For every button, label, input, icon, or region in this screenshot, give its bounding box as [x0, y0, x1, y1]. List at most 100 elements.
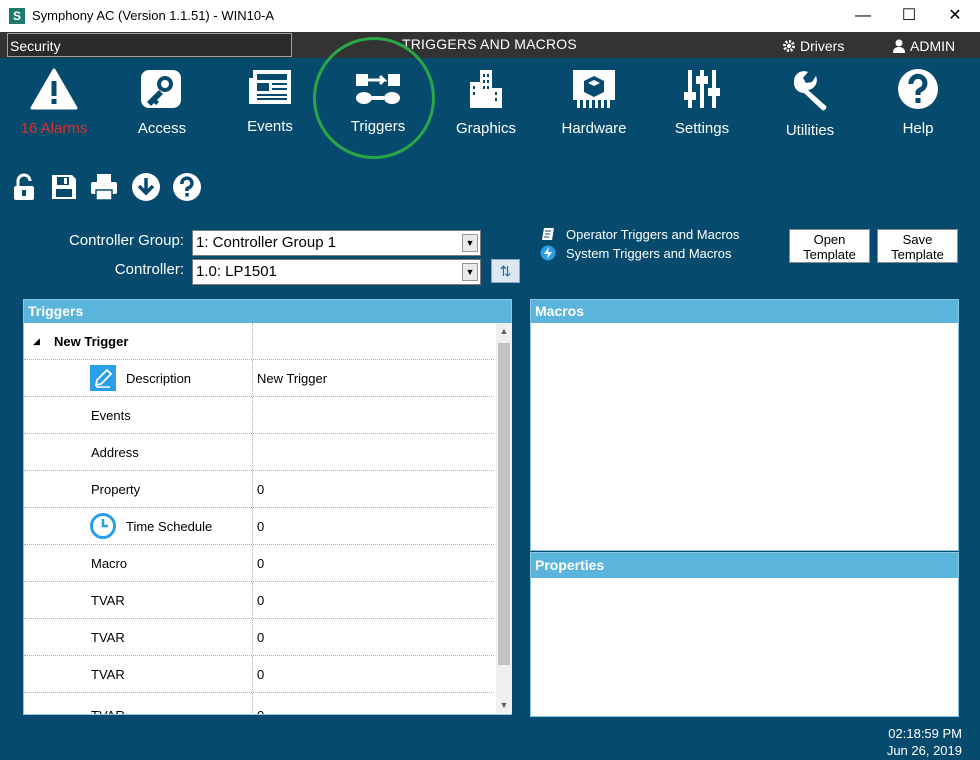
row-name: TVAR [91, 697, 125, 714]
legend-system: System Triggers and Macros [540, 245, 731, 261]
table-row[interactable]: Description New Trigger [24, 360, 494, 397]
row-name: TVAR [91, 593, 125, 608]
nav-graphics[interactable]: Graphics [434, 68, 538, 140]
table-row[interactable]: Events [24, 397, 494, 434]
vertical-scrollbar[interactable]: ▲ ▼ [496, 323, 512, 713]
row-value[interactable]: 0 [257, 619, 264, 656]
table-row[interactable]: TVAR 0 [24, 582, 494, 619]
controller-group-label: Controller Group: [68, 232, 184, 249]
nav-alarms[interactable]: 16 Alarms [2, 68, 106, 140]
security-field[interactable]: Security [7, 33, 292, 57]
page-title: TRIGGERS AND MACROS [402, 36, 577, 52]
open-template-line2: Template [803, 247, 856, 262]
scroll-down-icon[interactable]: ▼ [496, 697, 512, 713]
drivers-button[interactable]: Drivers [782, 38, 844, 54]
nav-access[interactable]: Access [110, 68, 214, 140]
controller-group-select[interactable]: 1: Controller Group 1 ▼ [192, 230, 481, 256]
controller-select[interactable]: 1.0: LP1501 ▼ [192, 259, 481, 285]
gear-icon [783, 40, 795, 52]
row-name: Property [91, 482, 141, 497]
column-divider [252, 545, 253, 581]
row-name: Address [91, 445, 139, 460]
table-row[interactable]: Macro 0 [24, 545, 494, 582]
save-template-button[interactable]: Save Template [877, 229, 958, 263]
user-button[interactable]: ADMIN [892, 38, 955, 54]
collapse-icon[interactable]: ◢ [33, 323, 40, 360]
status-date: Jun 26, 2019 [886, 743, 962, 758]
nav-settings[interactable]: Settings [650, 68, 754, 140]
properties-panel: Properties [530, 552, 959, 717]
title-bar: S Symphony AC (Version 1.1.51) - WIN10-A… [0, 0, 980, 32]
triggers-header: Triggers [24, 300, 511, 323]
scroll-thumb[interactable] [498, 343, 510, 665]
save-template-line1: Save [902, 232, 933, 247]
macros-header: Macros [531, 300, 958, 323]
nav-hardware[interactable]: Hardware [542, 68, 646, 140]
print-icon[interactable] [89, 172, 119, 202]
controller-label: Controller: [114, 261, 184, 278]
column-divider [252, 323, 253, 359]
row-value[interactable]: New Trigger [257, 360, 327, 397]
table-row[interactable]: Address [24, 434, 494, 471]
scroll-up-icon[interactable]: ▲ [496, 323, 512, 339]
close-button[interactable]: ✕ [932, 0, 978, 32]
save-icon[interactable] [49, 172, 79, 202]
scroll-icon [542, 228, 554, 240]
open-template-button[interactable]: Open Template [789, 229, 870, 263]
nav-help[interactable]: Help [866, 68, 970, 140]
row-name: Description [126, 371, 192, 386]
lightning-icon [540, 245, 556, 261]
unlock-icon[interactable] [10, 172, 40, 202]
alarm-icon [30, 68, 78, 110]
download-icon[interactable] [131, 172, 161, 202]
column-divider [252, 360, 253, 396]
clock-icon [90, 513, 116, 539]
access-icon [141, 70, 181, 108]
chevron-down-icon[interactable]: ▼ [462, 234, 478, 252]
nav-graphics-label: Graphics [455, 120, 517, 137]
nav-events[interactable]: Events [218, 68, 322, 140]
tree-root-row[interactable]: ◢ New Trigger [24, 323, 494, 360]
table-row[interactable]: TVAR 0 [24, 619, 494, 656]
nav-utilities[interactable]: Utilities [758, 68, 862, 140]
app-logo-icon: S [9, 8, 25, 24]
toolbar-help-icon[interactable] [172, 172, 202, 202]
properties-header: Properties [531, 553, 958, 578]
column-divider [252, 693, 253, 714]
highlight-circle [313, 37, 435, 159]
row-value[interactable]: 0 [257, 545, 264, 582]
row-value[interactable]: 0 [257, 582, 264, 619]
nav-utilities-label: Utilities [785, 122, 835, 139]
sort-button[interactable]: ⇅ [491, 259, 520, 283]
row-value[interactable]: 0 [257, 697, 264, 714]
nav-alarms-label: 16 Alarms [20, 120, 88, 137]
events-icon [249, 70, 291, 104]
table-row[interactable]: TVAR 0 [24, 656, 494, 693]
nav-hardware-label: Hardware [561, 120, 627, 137]
table-row[interactable]: Time Schedule 0 [24, 508, 494, 545]
row-value[interactable]: 0 [257, 471, 264, 508]
status-time: 02:18:59 PM [888, 726, 962, 741]
table-row-clip: TVAR 0 [24, 693, 494, 714]
user-label: ADMIN [910, 38, 956, 54]
maximize-button[interactable]: ☐ [886, 0, 932, 32]
column-divider [252, 619, 253, 655]
nav-events-label: Events [247, 118, 293, 135]
row-value[interactable]: 0 [257, 656, 264, 693]
row-name: Time Schedule [126, 519, 213, 534]
controller-group-value: 1: Controller Group 1 [196, 234, 337, 251]
minimize-button[interactable]: — [840, 0, 886, 32]
triggers-panel: Triggers ◢ New Trigger Description New T… [23, 299, 512, 715]
row-value[interactable]: 0 [257, 508, 264, 545]
table-row[interactable]: TVAR 0 [24, 693, 494, 714]
help-icon [898, 69, 938, 109]
open-template-line1: Open [813, 232, 846, 247]
row-name: TVAR [91, 630, 125, 645]
sort-icon: ⇅ [499, 263, 512, 279]
chevron-down-icon[interactable]: ▼ [462, 263, 478, 281]
legend-system-label: System Triggers and Macros [566, 245, 732, 261]
table-row[interactable]: Property 0 [24, 471, 494, 508]
legend-operator-label: Operator Triggers and Macros [566, 226, 740, 242]
row-name: Events [91, 408, 131, 423]
legend-operator: Operator Triggers and Macros [540, 226, 739, 242]
